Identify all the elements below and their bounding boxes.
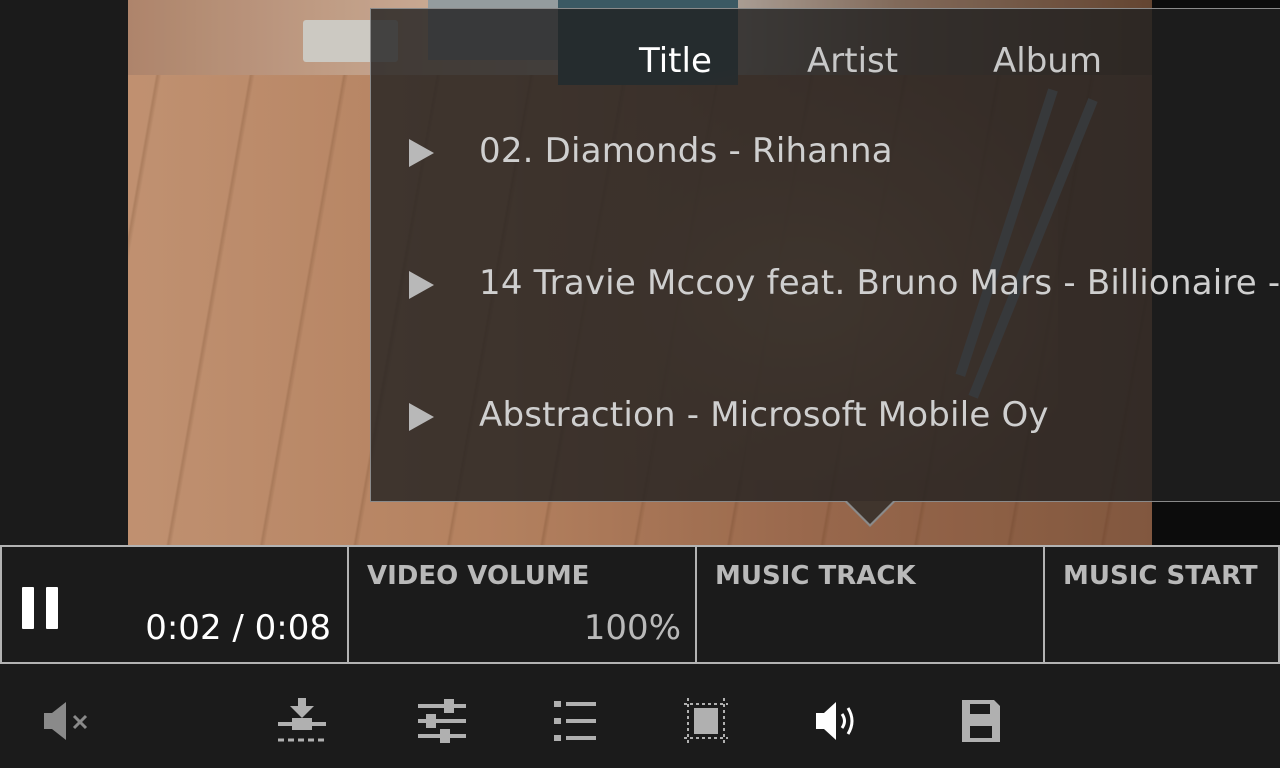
tab-artist[interactable]: Artist [807,41,898,81]
pause-icon-bar [22,587,34,629]
track-name: 02. Diamonds - Rihanna [479,131,893,171]
sort-tabs: Title Artist Album [371,41,1280,86]
adjust-icon[interactable] [412,696,472,746]
track-name: Abstraction - Microsoft Mobile Oy [479,395,1049,435]
popup-pointer-fill [847,501,893,524]
music-track-label: MUSIC TRACK [715,561,916,591]
tab-title[interactable]: Title [639,41,712,81]
track-item[interactable]: Abstraction - Microsoft Mobile Oy [371,387,1280,447]
track-item[interactable]: 02. Diamonds - Rihanna [371,123,1280,183]
track-item[interactable]: 14 Travie Mccoy feat. Bruno Mars - Billi… [371,255,1280,315]
pause-icon-bar [46,587,58,629]
track-name: 14 Travie Mccoy feat. Bruno Mars - Billi… [479,263,1280,303]
crop-icon[interactable] [676,696,736,746]
music-start-cell[interactable]: MUSIC START [1043,547,1280,662]
music-track-picker: Title Artist Album 02. Diamonds - Rihann… [370,8,1280,502]
mute-icon[interactable] [36,696,96,746]
video-volume-value: 100% [583,608,681,648]
pause-button[interactable] [22,587,60,629]
bottom-toolbar [0,664,1280,768]
video-volume-label: VIDEO VOLUME [367,561,590,591]
play-icon[interactable] [409,271,434,299]
video-volume-cell[interactable]: VIDEO VOLUME 100% [347,547,695,662]
playback-time: 0:02 / 0:08 [145,608,331,648]
play-icon[interactable] [409,139,434,167]
tab-album[interactable]: Album [993,41,1102,81]
trim-icon[interactable] [272,696,332,746]
save-icon[interactable] [950,696,1010,746]
control-panel: 0:02 / 0:08 VIDEO VOLUME 100% MUSIC TRAC… [0,545,1280,664]
music-track-cell[interactable]: MUSIC TRACK [695,547,1043,662]
play-icon[interactable] [409,403,434,431]
volume-icon[interactable] [808,696,868,746]
playback-cell: 0:02 / 0:08 [0,547,347,662]
music-start-label: MUSIC START [1063,561,1258,591]
list-icon[interactable] [546,696,606,746]
